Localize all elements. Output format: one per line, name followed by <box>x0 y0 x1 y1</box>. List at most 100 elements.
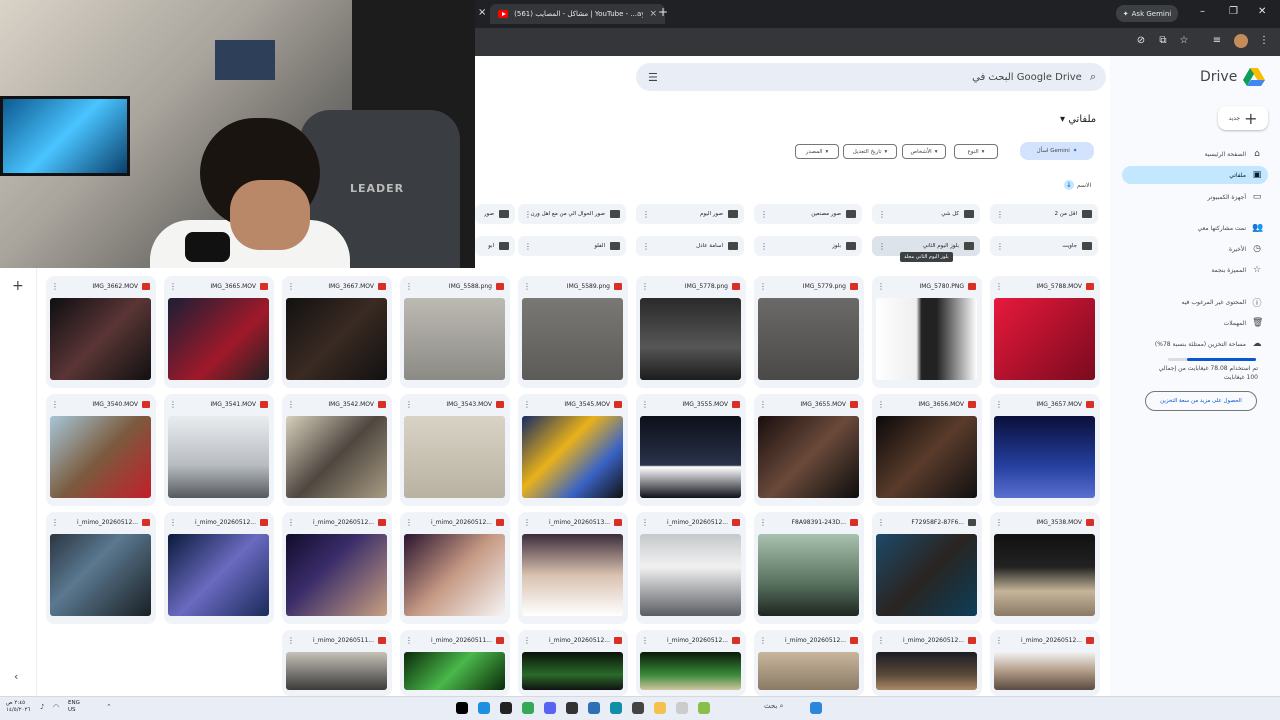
file-card[interactable]: ⋮ i_mimo_20260512... <box>164 512 274 624</box>
file-card[interactable]: ⋮ IMG_3545.MOV <box>518 394 628 506</box>
file-thumbnail[interactable] <box>168 534 269 616</box>
chatgpt-icon[interactable] <box>500 702 512 714</box>
file-thumbnail[interactable] <box>994 652 1095 690</box>
menu-kebab-icon[interactable]: ⋮ <box>1258 35 1270 47</box>
camera-off-icon[interactable]: ⊘ <box>1135 35 1147 47</box>
file-thumbnail[interactable] <box>404 298 505 380</box>
file-card[interactable]: ⋮ F72958F2-87F6... <box>872 512 982 624</box>
close-tab-icon[interactable]: × <box>478 7 486 18</box>
file-card[interactable]: ⋮ IMG_3541.MOV <box>164 394 274 506</box>
chevron-left-icon[interactable]: ‹ <box>14 670 18 683</box>
folder-item[interactable]: ⋮ بلوز <box>754 236 862 256</box>
filter-chip-2[interactable]: تاريخ التعديل ▾ <box>843 144 897 159</box>
file-card[interactable]: ⋮ IMG_5778.png <box>636 276 746 388</box>
more-actions-icon[interactable]: ⋮ <box>996 210 1004 219</box>
filter-chip-0[interactable]: النوع ▾ <box>954 144 998 159</box>
sidebar-item-7[interactable]: المهملات 🗑 <box>1122 314 1268 332</box>
sidebar-item-2[interactable]: أجهزة الكمبيوتر ▭ <box>1122 188 1268 206</box>
minimize-icon[interactable]: – <box>1200 6 1205 17</box>
file-card[interactable]: ⋮ i_mimo_20260512... <box>636 630 746 696</box>
file-thumbnail[interactable] <box>994 534 1095 616</box>
file-thumbnail[interactable] <box>758 652 859 690</box>
vscode-icon[interactable] <box>588 702 600 714</box>
explorer-icon[interactable] <box>654 702 666 714</box>
file-thumbnail[interactable] <box>994 298 1095 380</box>
more-actions-icon[interactable]: ⋮ <box>641 282 649 291</box>
more-actions-icon[interactable]: ⋮ <box>877 400 885 409</box>
file-thumbnail[interactable] <box>286 534 387 616</box>
file-thumbnail[interactable] <box>286 298 387 380</box>
file-card[interactable]: ⋮ i_mimo_20260512... <box>872 630 982 696</box>
file-card[interactable]: ⋮ i_mimo_20260512... <box>990 630 1100 696</box>
file-card[interactable]: ⋮ IMG_3543.MOV <box>400 394 510 506</box>
more-actions-icon[interactable]: ⋮ <box>877 636 885 645</box>
file-card[interactable]: ⋮ i_mimo_20260511... <box>282 630 392 696</box>
file-card[interactable]: ⋮ IMG_3657.MOV <box>990 394 1100 506</box>
store-icon[interactable] <box>632 702 644 714</box>
sidebar-item-0[interactable]: الصفحة الرئيسية ⌂ <box>1122 145 1268 163</box>
notepad-icon[interactable] <box>676 702 688 714</box>
file-card[interactable]: ⋮ IMG_3662.MOV <box>46 276 156 388</box>
search-icon[interactable]: ⌕ <box>1090 70 1096 84</box>
widgets-icon[interactable] <box>810 702 822 714</box>
file-thumbnail[interactable] <box>168 298 269 380</box>
folder-item[interactable]: ⋮ صور الحوال الي من مع أهل ورن <box>518 204 626 224</box>
speaker-icon[interactable]: ♪ <box>40 703 44 711</box>
more-actions-icon[interactable]: ⋮ <box>759 282 767 291</box>
ask-gemini-button[interactable]: ✦ Ask Gemini <box>1116 5 1178 22</box>
folder-item[interactable]: ⋮ صور اليوم <box>636 204 744 224</box>
file-thumbnail[interactable] <box>522 652 623 690</box>
sidebar-item-6[interactable]: المحتوى غير المرغوب فيه ⓘ <box>1122 293 1268 311</box>
minecraft-icon[interactable] <box>698 702 710 714</box>
file-card[interactable]: ⋮ IMG_5788.MOV <box>990 276 1100 388</box>
folder-item[interactable]: ⋮ صور مصنعين <box>754 204 862 224</box>
more-actions-icon[interactable]: ⋮ <box>759 518 767 527</box>
more-actions-icon[interactable]: ⋮ <box>641 400 649 409</box>
more-actions-icon[interactable]: ⋮ <box>995 636 1003 645</box>
more-actions-icon[interactable]: ⋮ <box>51 400 59 409</box>
get-more-storage-button[interactable]: الحصول على مزيد من سعة التخزين <box>1145 391 1257 411</box>
more-actions-icon[interactable]: ⋮ <box>995 282 1003 291</box>
restore-icon[interactable]: ❐ <box>1229 6 1238 17</box>
tiktok-icon[interactable] <box>456 702 468 714</box>
more-actions-icon[interactable]: ⋮ <box>169 518 177 527</box>
install-app-icon[interactable]: ⧉ <box>1157 35 1169 47</box>
file-thumbnail[interactable] <box>758 416 859 498</box>
more-actions-icon[interactable]: ⋮ <box>405 400 413 409</box>
folder-item[interactable]: ⋮ أقل من 2 <box>990 204 1098 224</box>
file-card[interactable]: ⋮ IMG_3656.MOV <box>872 394 982 506</box>
file-thumbnail[interactable] <box>404 416 505 498</box>
more-actions-icon[interactable]: ⋮ <box>878 210 886 219</box>
new-tab-icon[interactable]: + <box>658 5 668 19</box>
file-thumbnail[interactable] <box>876 298 977 380</box>
browser-tab-youtube[interactable]: (561) مشاكل - المصايب | YouTube - ...aye… <box>490 4 665 24</box>
more-actions-icon[interactable]: ⋮ <box>760 210 768 219</box>
file-thumbnail[interactable] <box>50 416 151 498</box>
folder-item[interactable]: ⋮ جاويت <box>990 236 1098 256</box>
drive-logo[interactable]: Drive <box>1200 68 1266 86</box>
file-card[interactable]: ⋮ IMG_3667.MOV <box>282 276 392 388</box>
more-actions-icon[interactable]: ⋮ <box>287 282 295 291</box>
bookmark-star-icon[interactable]: ☆ <box>1178 35 1190 47</box>
file-card[interactable]: ⋮ IMG_5779.png <box>754 276 864 388</box>
file-card[interactable]: ⋮ i_mimo_20260512... <box>636 512 746 624</box>
more-actions-icon[interactable]: ⋮ <box>287 518 295 527</box>
terminal-icon[interactable] <box>566 702 578 714</box>
more-actions-icon[interactable]: ⋮ <box>405 518 413 527</box>
more-actions-icon[interactable]: ⋮ <box>523 636 531 645</box>
sidebar-item-1[interactable]: ملفاتي ▣ <box>1122 166 1268 184</box>
file-card[interactable]: ⋮ IMG_5780.PNG <box>872 276 982 388</box>
more-actions-icon[interactable]: ⋮ <box>523 282 531 291</box>
reading-list-icon[interactable]: ≡ <box>1211 35 1223 47</box>
file-thumbnail[interactable] <box>640 416 741 498</box>
file-card[interactable]: ⋮ IMG_5589.png <box>518 276 628 388</box>
add-icon[interactable]: + <box>12 278 24 294</box>
more-actions-icon[interactable]: ⋮ <box>405 282 413 291</box>
more-actions-icon[interactable]: ⋮ <box>169 400 177 409</box>
more-actions-icon[interactable]: ⋮ <box>642 242 650 251</box>
file-thumbnail[interactable] <box>640 652 741 690</box>
folder-item[interactable]: ⋮ الفلو <box>518 236 626 256</box>
more-actions-icon[interactable]: ⋮ <box>405 636 413 645</box>
taskbar-search[interactable]: بحث ⌕ <box>764 702 784 711</box>
tray-chevron-icon[interactable]: ⌃ <box>106 703 112 711</box>
